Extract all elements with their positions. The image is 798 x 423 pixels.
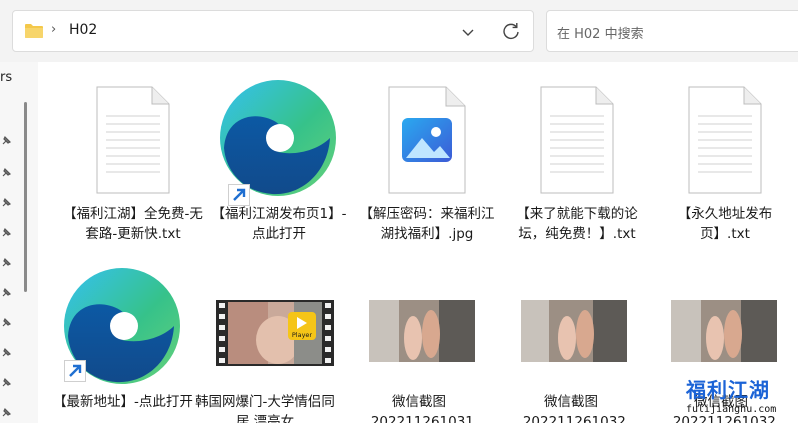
pin-icon (2, 407, 12, 417)
file-grid: 【福利江湖】全免费-无套路-更新快.txt 【福利江湖发布页1】-点此打开 【解… (38, 62, 798, 423)
navigation-pane: rs (0, 62, 38, 423)
text-document-icon (96, 86, 170, 194)
watermark-title: 福利江湖 (686, 378, 770, 402)
file-item[interactable]: 【福利江湖发布页1】-点此打开 (206, 74, 352, 242)
file-name: 微信截图_202211261031 (364, 394, 474, 423)
chevron-down-icon[interactable] (459, 23, 477, 41)
pin-icon (2, 287, 12, 297)
file-name: 【福利江湖发布页1】-点此打开 (211, 206, 347, 242)
file-item[interactable]: 【来了就能下载的论坛，纯免费！】.txt (504, 74, 650, 242)
watermark-url: fulijianghu.com (686, 404, 777, 415)
video-thumbnail (216, 300, 334, 366)
file-item[interactable]: 【永久地址发布页】.txt (652, 74, 798, 242)
image-file-icon (388, 86, 466, 194)
nav-scrollbar[interactable] (24, 102, 27, 292)
photo-thumbnail (369, 300, 475, 362)
pin-icon (2, 377, 12, 387)
pin-icon (2, 257, 12, 267)
breadcrumb-chevron: › (51, 22, 57, 37)
address-bar[interactable]: › H02 (12, 10, 534, 52)
file-item[interactable]: 微信截图_202211261031 (346, 262, 492, 423)
file-item[interactable]: 【最新地址】-点此打开 (50, 262, 196, 423)
photo-thumbnail (671, 300, 777, 362)
pin-icon (2, 227, 12, 237)
file-item[interactable]: Player 韩国网爆门-大学情侣同居 漂亮女 (192, 262, 338, 423)
shortcut-arrow-icon (64, 360, 86, 382)
file-name: 【永久地址发布页】.txt (677, 206, 773, 242)
shortcut-arrow-icon (228, 184, 250, 206)
pin-icon (2, 167, 12, 177)
text-document-icon (688, 86, 762, 194)
folder-icon (25, 24, 43, 38)
nav-label[interactable]: rs (0, 70, 12, 85)
file-name: 微信截图_202211261032 (516, 394, 626, 423)
file-name: 【福利江湖】全免费-无套路-更新快.txt (63, 206, 203, 242)
search-input[interactable]: 在 H02 中搜索 (557, 23, 644, 42)
edge-browser-icon (220, 80, 336, 196)
file-name: 【解压密码：来福利江湖找福利】.jpg (359, 206, 495, 242)
watermark-logo: 福利江湖 fulijianghu.com (682, 374, 798, 423)
breadcrumb-current[interactable]: H02 (69, 22, 97, 38)
text-document-icon (540, 86, 614, 194)
pin-icon (2, 135, 12, 145)
pin-icon (2, 317, 12, 327)
pin-icon (2, 197, 12, 207)
photo-thumbnail (521, 300, 627, 362)
file-name: 【最新地址】-点此打开 (53, 394, 193, 410)
file-name: 韩国网爆门-大学情侣同居 漂亮女 (195, 394, 335, 423)
file-item[interactable]: 微信截图_202211261032 (498, 262, 644, 423)
player-badge-text: Player (292, 331, 313, 339)
file-item[interactable]: 【福利江湖】全免费-无套路-更新快.txt (60, 74, 206, 242)
search-box[interactable]: 在 H02 中搜索 (546, 10, 798, 52)
file-name: 【来了就能下载的论坛，纯免费！】.txt (516, 206, 638, 242)
player-badge-icon: Player (288, 312, 316, 340)
refresh-icon[interactable] (501, 21, 521, 41)
pin-icon (2, 347, 12, 357)
file-item[interactable]: 【解压密码：来福利江湖找福利】.jpg (354, 74, 500, 242)
